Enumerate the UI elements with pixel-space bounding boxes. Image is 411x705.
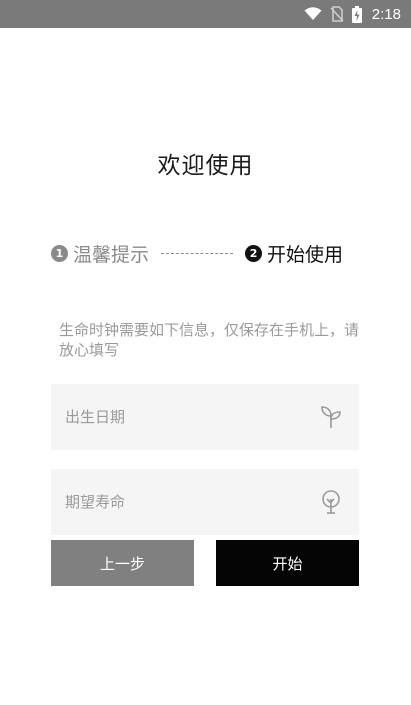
- step-divider: [161, 252, 234, 254]
- life-expectancy-input[interactable]: [65, 493, 285, 511]
- step-indicator: 1 温馨提示 2 开始使用: [51, 239, 371, 267]
- page-title: 欢迎使用: [157, 153, 254, 179]
- info-note: 生命时钟需要如下信息，仅保存在手机上，请放心填写: [59, 321, 360, 359]
- birth-date-input[interactable]: [65, 408, 285, 426]
- step-1-number: 1: [51, 244, 68, 262]
- step-1: 1 温馨提示: [51, 240, 149, 267]
- previous-step-button[interactable]: 上一步: [51, 540, 194, 586]
- battery-charging-icon: [351, 5, 362, 23]
- step-1-label: 温馨提示: [73, 243, 150, 266]
- status-bar: 2:18: [0, 0, 411, 28]
- tree-icon: [319, 490, 343, 514]
- step-2: 2 开始使用: [245, 240, 343, 267]
- status-time: 2:18: [371, 5, 401, 23]
- step-2-label: 开始使用: [267, 243, 344, 266]
- life-expectancy-field[interactable]: [51, 469, 359, 535]
- wifi-icon: [304, 7, 322, 21]
- birth-date-field[interactable]: [51, 384, 359, 450]
- start-button[interactable]: 开始: [216, 540, 359, 586]
- sprout-icon: [319, 405, 343, 429]
- no-sim-icon: [330, 6, 344, 22]
- step-2-number: 2: [245, 244, 263, 262]
